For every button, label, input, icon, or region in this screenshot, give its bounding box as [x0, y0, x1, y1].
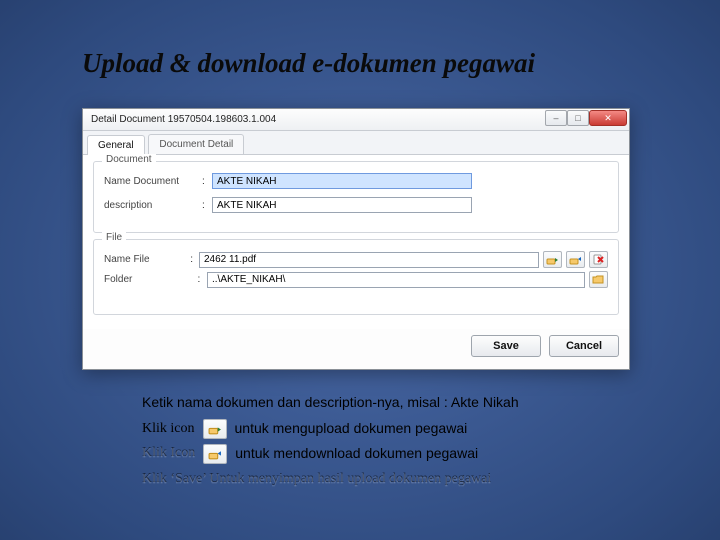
- description-input[interactable]: [212, 197, 472, 213]
- group-file: File Name File :: [93, 239, 619, 315]
- row-description: description :: [104, 197, 608, 213]
- label-name-document: Name Document: [104, 176, 202, 187]
- note-4-text: Klik ‘Save’ Untuk menyimpan hasil upload…: [142, 469, 491, 491]
- close-icon: ✕: [604, 113, 612, 124]
- note-line-4: Klik ‘Save’ Untuk menyimpan hasil upload…: [142, 469, 519, 491]
- note-line-3: Klik Icon untuk mendownload dokumen pega…: [142, 443, 519, 465]
- folder-icon: [592, 273, 605, 286]
- folder-input[interactable]: [207, 272, 585, 288]
- folder-browse-button[interactable]: [589, 271, 608, 288]
- close-button[interactable]: ✕: [589, 110, 627, 126]
- label-folder: Folder: [104, 274, 197, 285]
- inline-upload-icon-box: [203, 419, 227, 439]
- delete-icon: [592, 253, 605, 266]
- maximize-icon: □: [575, 113, 580, 123]
- instruction-notes: Ketik nama dokumen dan description-nya, …: [142, 392, 519, 491]
- detail-document-dialog: Detail Document 19570504.198603.1.004 – …: [82, 108, 630, 370]
- save-button[interactable]: Save: [471, 335, 541, 357]
- dialog-title: Detail Document 19570504.198603.1.004: [91, 114, 276, 125]
- label-name-file: Name File: [104, 254, 190, 265]
- upload-button[interactable]: [543, 251, 562, 268]
- upload-icon: [208, 422, 222, 436]
- cancel-button[interactable]: Cancel: [549, 335, 619, 357]
- maximize-button[interactable]: □: [567, 110, 589, 126]
- colon: :: [202, 176, 212, 187]
- inline-download-icon-box: [203, 444, 227, 464]
- note-line-1: Ketik nama dokumen dan description-nya, …: [142, 392, 519, 414]
- tab-document-detail[interactable]: Document Detail: [148, 134, 244, 154]
- note-3-suffix: untuk mendownload dokumen pegawai: [235, 443, 478, 465]
- note-line-2: Klik icon untuk mengupload dokumen pegaw…: [142, 418, 519, 440]
- tab-general[interactable]: General: [87, 135, 145, 155]
- slide-title: Upload & download e-dokumen pegawai: [82, 48, 535, 79]
- tab-strip: General Document Detail: [83, 131, 629, 155]
- download-icon: [569, 253, 582, 266]
- note-3-prefix: Klik Icon: [142, 443, 195, 465]
- download-button[interactable]: [566, 251, 585, 268]
- colon: :: [190, 254, 199, 265]
- row-folder: Folder :: [104, 271, 608, 288]
- group-file-title: File: [102, 232, 126, 243]
- name-file-input[interactable]: [199, 252, 539, 268]
- colon: :: [197, 274, 207, 285]
- row-name-document: Name Document :: [104, 173, 608, 189]
- dialog-buttons: Save Cancel: [83, 329, 629, 357]
- colon: :: [202, 200, 212, 211]
- window-controls: – □ ✕: [545, 110, 627, 126]
- dialog-body: Document Name Document : description : F…: [83, 155, 629, 329]
- minimize-button[interactable]: –: [545, 110, 567, 126]
- group-document-title: Document: [102, 154, 156, 165]
- file-clear-button[interactable]: [589, 251, 608, 268]
- group-document: Document Name Document : description :: [93, 161, 619, 233]
- name-document-input[interactable]: [212, 173, 472, 189]
- minimize-icon: –: [553, 113, 558, 123]
- download-icon: [208, 447, 222, 461]
- upload-icon: [546, 253, 559, 266]
- titlebar: Detail Document 19570504.198603.1.004 – …: [83, 109, 629, 131]
- label-description: description: [104, 200, 202, 211]
- row-name-file: Name File :: [104, 251, 608, 268]
- note-2-prefix: Klik icon: [142, 418, 195, 440]
- note-2-suffix: untuk mengupload dokumen pegawai: [235, 418, 468, 440]
